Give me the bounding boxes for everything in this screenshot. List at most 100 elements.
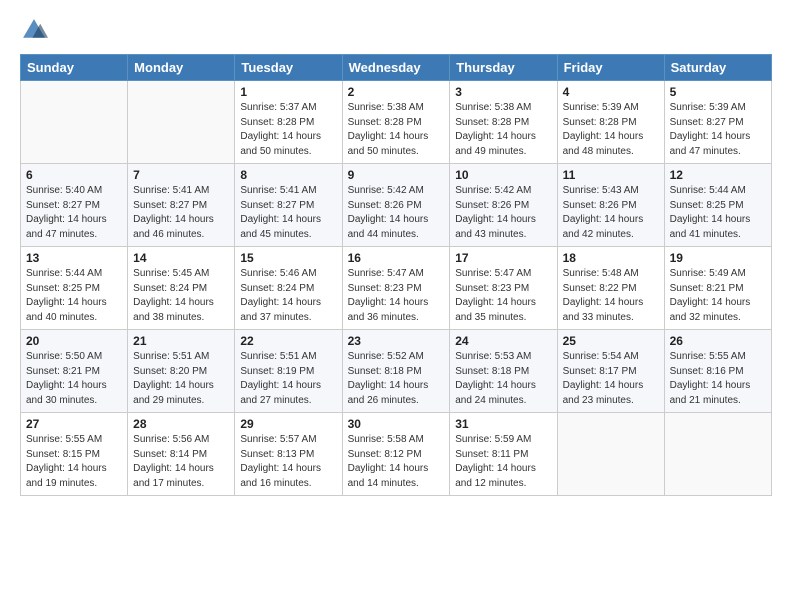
weekday-header-sunday: Sunday bbox=[21, 55, 128, 81]
day-number: 19 bbox=[670, 251, 766, 265]
day-number: 6 bbox=[26, 168, 122, 182]
cell-info: Sunrise: 5:37 AM Sunset: 8:28 PM Dayligh… bbox=[240, 101, 336, 159]
week-row-4: 20 Sunrise: 5:50 AM Sunset: 8:21 PM Dayli… bbox=[21, 330, 772, 413]
cell-info: Sunrise: 5:46 AM Sunset: 8:24 PM Dayligh… bbox=[240, 267, 336, 325]
day-number: 18 bbox=[563, 251, 659, 265]
cell-info: Sunrise: 5:38 AM Sunset: 8:28 PM Dayligh… bbox=[455, 101, 551, 159]
logo-icon bbox=[20, 16, 48, 44]
calendar-cell: 15 Sunrise: 5:46 AM Sunset: 8:24 PM Dayli… bbox=[235, 247, 342, 330]
cell-info: Sunrise: 5:38 AM Sunset: 8:28 PM Dayligh… bbox=[348, 101, 445, 159]
header bbox=[20, 16, 772, 44]
day-number: 17 bbox=[455, 251, 551, 265]
week-row-3: 13 Sunrise: 5:44 AM Sunset: 8:25 PM Dayli… bbox=[21, 247, 772, 330]
cell-info: Sunrise: 5:51 AM Sunset: 8:20 PM Dayligh… bbox=[133, 350, 229, 408]
cell-info: Sunrise: 5:57 AM Sunset: 8:13 PM Dayligh… bbox=[240, 433, 336, 491]
weekday-header-thursday: Thursday bbox=[450, 55, 557, 81]
cell-info: Sunrise: 5:55 AM Sunset: 8:16 PM Dayligh… bbox=[670, 350, 766, 408]
calendar-cell: 19Sunrise: 5:49 AM Sunset: 8:21 PM Dayli… bbox=[664, 247, 771, 330]
calendar-cell: 14Sunrise: 5:45 AM Sunset: 8:24 PM Dayli… bbox=[128, 247, 235, 330]
weekday-header-row: SundayMondayTuesdayWednesdayThursdayFrid… bbox=[21, 55, 772, 81]
calendar-cell: 28 Sunrise: 5:56 AM Sunset: 8:14 PM Dayli… bbox=[128, 413, 235, 496]
day-number: 10 bbox=[455, 168, 551, 182]
day-number: 3 bbox=[455, 85, 551, 99]
calendar-cell: 25 Sunrise: 5:54 AM Sunset: 8:17 PM Dayli… bbox=[557, 330, 664, 413]
calendar-cell: 5Sunrise: 5:39 AM Sunset: 8:27 PM Daylig… bbox=[664, 81, 771, 164]
weekday-header-tuesday: Tuesday bbox=[235, 55, 342, 81]
day-number: 23 bbox=[348, 334, 445, 348]
cell-info: Sunrise: 5:47 AM Sunset: 8:23 PM Dayligh… bbox=[455, 267, 551, 325]
cell-info: Sunrise: 5:58 AM Sunset: 8:12 PM Dayligh… bbox=[348, 433, 445, 491]
calendar-cell: 3 Sunrise: 5:38 AM Sunset: 8:28 PM Daylig… bbox=[450, 81, 557, 164]
day-number: 30 bbox=[348, 417, 445, 431]
day-number: 20 bbox=[26, 334, 122, 348]
day-number: 15 bbox=[240, 251, 336, 265]
calendar-cell: 7Sunrise: 5:41 AM Sunset: 8:27 PM Daylig… bbox=[128, 164, 235, 247]
calendar-cell bbox=[664, 413, 771, 496]
day-number: 27 bbox=[26, 417, 122, 431]
day-number: 25 bbox=[563, 334, 659, 348]
cell-info: Sunrise: 5:48 AM Sunset: 8:22 PM Dayligh… bbox=[563, 267, 659, 325]
day-number: 28 bbox=[133, 417, 229, 431]
cell-info: Sunrise: 5:47 AM Sunset: 8:23 PM Dayligh… bbox=[348, 267, 445, 325]
calendar-cell: 20 Sunrise: 5:50 AM Sunset: 8:21 PM Dayli… bbox=[21, 330, 128, 413]
calendar-cell bbox=[21, 81, 128, 164]
calendar-cell: 30 Sunrise: 5:58 AM Sunset: 8:12 PM Dayli… bbox=[342, 413, 450, 496]
calendar-cell: 1 Sunrise: 5:37 AM Sunset: 8:28 PM Daylig… bbox=[235, 81, 342, 164]
cell-info: Sunrise: 5:42 AM Sunset: 8:26 PM Dayligh… bbox=[348, 184, 445, 242]
day-number: 16 bbox=[348, 251, 445, 265]
day-number: 12 bbox=[670, 168, 766, 182]
cell-info: Sunrise: 5:41 AM Sunset: 8:27 PM Dayligh… bbox=[133, 184, 229, 242]
cell-info: Sunrise: 5:44 AM Sunset: 8:25 PM Dayligh… bbox=[670, 184, 766, 242]
calendar-cell: 13 Sunrise: 5:44 AM Sunset: 8:25 PM Dayli… bbox=[21, 247, 128, 330]
cell-info: Sunrise: 5:54 AM Sunset: 8:17 PM Dayligh… bbox=[563, 350, 659, 408]
cell-info: Sunrise: 5:39 AM Sunset: 8:28 PM Dayligh… bbox=[563, 101, 659, 159]
calendar-cell: 17 Sunrise: 5:47 AM Sunset: 8:23 PM Dayli… bbox=[450, 247, 557, 330]
page: SundayMondayTuesdayWednesdayThursdayFrid… bbox=[0, 0, 792, 612]
day-number: 5 bbox=[670, 85, 766, 99]
cell-info: Sunrise: 5:40 AM Sunset: 8:27 PM Dayligh… bbox=[26, 184, 122, 242]
cell-info: Sunrise: 5:56 AM Sunset: 8:14 PM Dayligh… bbox=[133, 433, 229, 491]
cell-info: Sunrise: 5:53 AM Sunset: 8:18 PM Dayligh… bbox=[455, 350, 551, 408]
weekday-header-monday: Monday bbox=[128, 55, 235, 81]
day-number: 26 bbox=[670, 334, 766, 348]
day-number: 21 bbox=[133, 334, 229, 348]
day-number: 9 bbox=[348, 168, 445, 182]
cell-info: Sunrise: 5:52 AM Sunset: 8:18 PM Dayligh… bbox=[348, 350, 445, 408]
week-row-1: 1 Sunrise: 5:37 AM Sunset: 8:28 PM Daylig… bbox=[21, 81, 772, 164]
weekday-header-saturday: Saturday bbox=[664, 55, 771, 81]
calendar-cell: 29Sunrise: 5:57 AM Sunset: 8:13 PM Dayli… bbox=[235, 413, 342, 496]
calendar-cell: 11Sunrise: 5:43 AM Sunset: 8:26 PM Dayli… bbox=[557, 164, 664, 247]
day-number: 31 bbox=[455, 417, 551, 431]
cell-info: Sunrise: 5:55 AM Sunset: 8:15 PM Dayligh… bbox=[26, 433, 122, 491]
calendar-cell: 4 Sunrise: 5:39 AM Sunset: 8:28 PM Daylig… bbox=[557, 81, 664, 164]
day-number: 1 bbox=[240, 85, 336, 99]
day-number: 14 bbox=[133, 251, 229, 265]
cell-info: Sunrise: 5:50 AM Sunset: 8:21 PM Dayligh… bbox=[26, 350, 122, 408]
cell-info: Sunrise: 5:43 AM Sunset: 8:26 PM Dayligh… bbox=[563, 184, 659, 242]
week-row-5: 27 Sunrise: 5:55 AM Sunset: 8:15 PM Dayli… bbox=[21, 413, 772, 496]
day-number: 24 bbox=[455, 334, 551, 348]
calendar-cell: 16 Sunrise: 5:47 AM Sunset: 8:23 PM Dayli… bbox=[342, 247, 450, 330]
weekday-header-wednesday: Wednesday bbox=[342, 55, 450, 81]
calendar-cell: 24 Sunrise: 5:53 AM Sunset: 8:18 PM Dayli… bbox=[450, 330, 557, 413]
calendar-cell: 26 Sunrise: 5:55 AM Sunset: 8:16 PM Dayli… bbox=[664, 330, 771, 413]
cell-info: Sunrise: 5:44 AM Sunset: 8:25 PM Dayligh… bbox=[26, 267, 122, 325]
logo bbox=[20, 16, 52, 44]
calendar-table: SundayMondayTuesdayWednesdayThursdayFrid… bbox=[20, 54, 772, 496]
calendar-cell: 10 Sunrise: 5:42 AM Sunset: 8:26 PM Dayli… bbox=[450, 164, 557, 247]
calendar-cell: 6 Sunrise: 5:40 AM Sunset: 8:27 PM Daylig… bbox=[21, 164, 128, 247]
week-row-2: 6 Sunrise: 5:40 AM Sunset: 8:27 PM Daylig… bbox=[21, 164, 772, 247]
day-number: 4 bbox=[563, 85, 659, 99]
cell-info: Sunrise: 5:42 AM Sunset: 8:26 PM Dayligh… bbox=[455, 184, 551, 242]
day-number: 8 bbox=[240, 168, 336, 182]
day-number: 2 bbox=[348, 85, 445, 99]
calendar-cell: 22Sunrise: 5:51 AM Sunset: 8:19 PM Dayli… bbox=[235, 330, 342, 413]
calendar-cell: 27 Sunrise: 5:55 AM Sunset: 8:15 PM Dayli… bbox=[21, 413, 128, 496]
cell-info: Sunrise: 5:51 AM Sunset: 8:19 PM Dayligh… bbox=[240, 350, 336, 408]
calendar-cell bbox=[557, 413, 664, 496]
day-number: 13 bbox=[26, 251, 122, 265]
calendar-cell: 23 Sunrise: 5:52 AM Sunset: 8:18 PM Dayli… bbox=[342, 330, 450, 413]
calendar-cell: 18 Sunrise: 5:48 AM Sunset: 8:22 PM Dayli… bbox=[557, 247, 664, 330]
calendar-cell: 9 Sunrise: 5:42 AM Sunset: 8:26 PM Daylig… bbox=[342, 164, 450, 247]
weekday-header-friday: Friday bbox=[557, 55, 664, 81]
